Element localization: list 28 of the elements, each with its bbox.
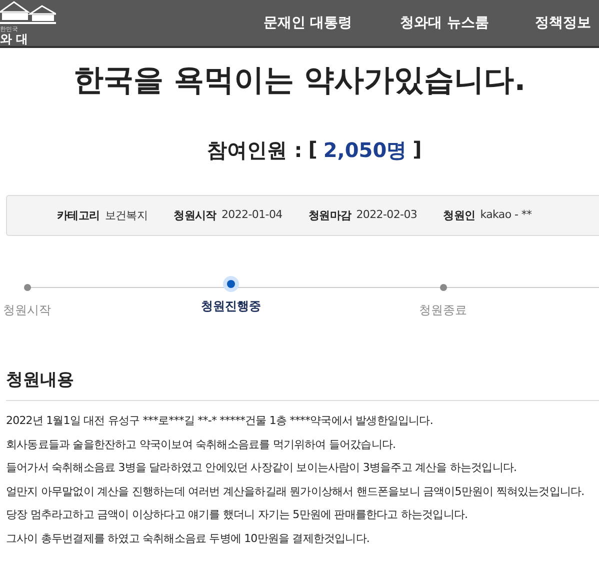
step-label: 청원진행중 — [201, 298, 261, 315]
step-label: 청원종료 — [419, 302, 467, 319]
content-line: 그사이 총두번결제를 하였고 숙취해소음료 두병에 10만원을 결제한것입니다. — [6, 530, 370, 546]
content-line: 얼만지 아무말없이 계산을 진행하는데 여러번 계산을하길래 뭔가이상해서 핸드폰을보니 금액이5만원이 찍혀있는것입니다. — [6, 484, 586, 500]
step-label: 청원시작 — [3, 302, 51, 319]
info-value: 2022-01-04 — [221, 208, 282, 223]
building-icon — [0, 0, 56, 26]
info-label: 청원인 — [443, 208, 476, 223]
bracket: [ — [308, 137, 318, 163]
participants-count: 2,050명 — [323, 137, 407, 164]
logo-title: 와 대 — [0, 33, 30, 46]
info-value: kakao - ** — [480, 208, 532, 223]
content-line: 들어가서 숙취해소음료 3병을 달라하였고 안에있던 사장같이 보이는사람이 3병을주고 계산을 하는것입니다. — [6, 460, 518, 476]
section-heading: 청원내용 — [6, 368, 599, 401]
nav-link[interactable]: 정책정보 — [535, 14, 591, 32]
info-label: 카테고리 — [57, 208, 100, 223]
info-value: 보건복지 — [104, 208, 148, 223]
nav-link[interactable]: 문재인 대통령 — [263, 14, 352, 32]
info-value: 2022-02-03 — [356, 208, 418, 223]
content-line: 당장 멈추라고하고 금액이 이상하다고 얘기를 했더니 자기는 5만원에 판매를한다고 하는것입니다. — [6, 507, 469, 523]
participants-label: 참여인원 : — [207, 137, 302, 164]
content-line: 2022년 1월1일 대전 유성구 ***로***길 **-* *****건물 1층 ****약국에서 발생한일입니다. — [6, 413, 434, 429]
content-line: 회사동료들과 술을한잔하고 약국이보여 숙취해소음료를 먹기위하여 들어갔습니다. — [6, 436, 397, 452]
info-label: 청원마감 — [308, 208, 352, 223]
petition-title: 한국을 욕먹이는 약사가있습니다. — [72, 62, 527, 100]
bracket: ] — [412, 137, 422, 163]
info-label: 청원시작 — [174, 208, 216, 223]
nav-link[interactable]: 청와대 뉴스룸 — [400, 14, 489, 32]
